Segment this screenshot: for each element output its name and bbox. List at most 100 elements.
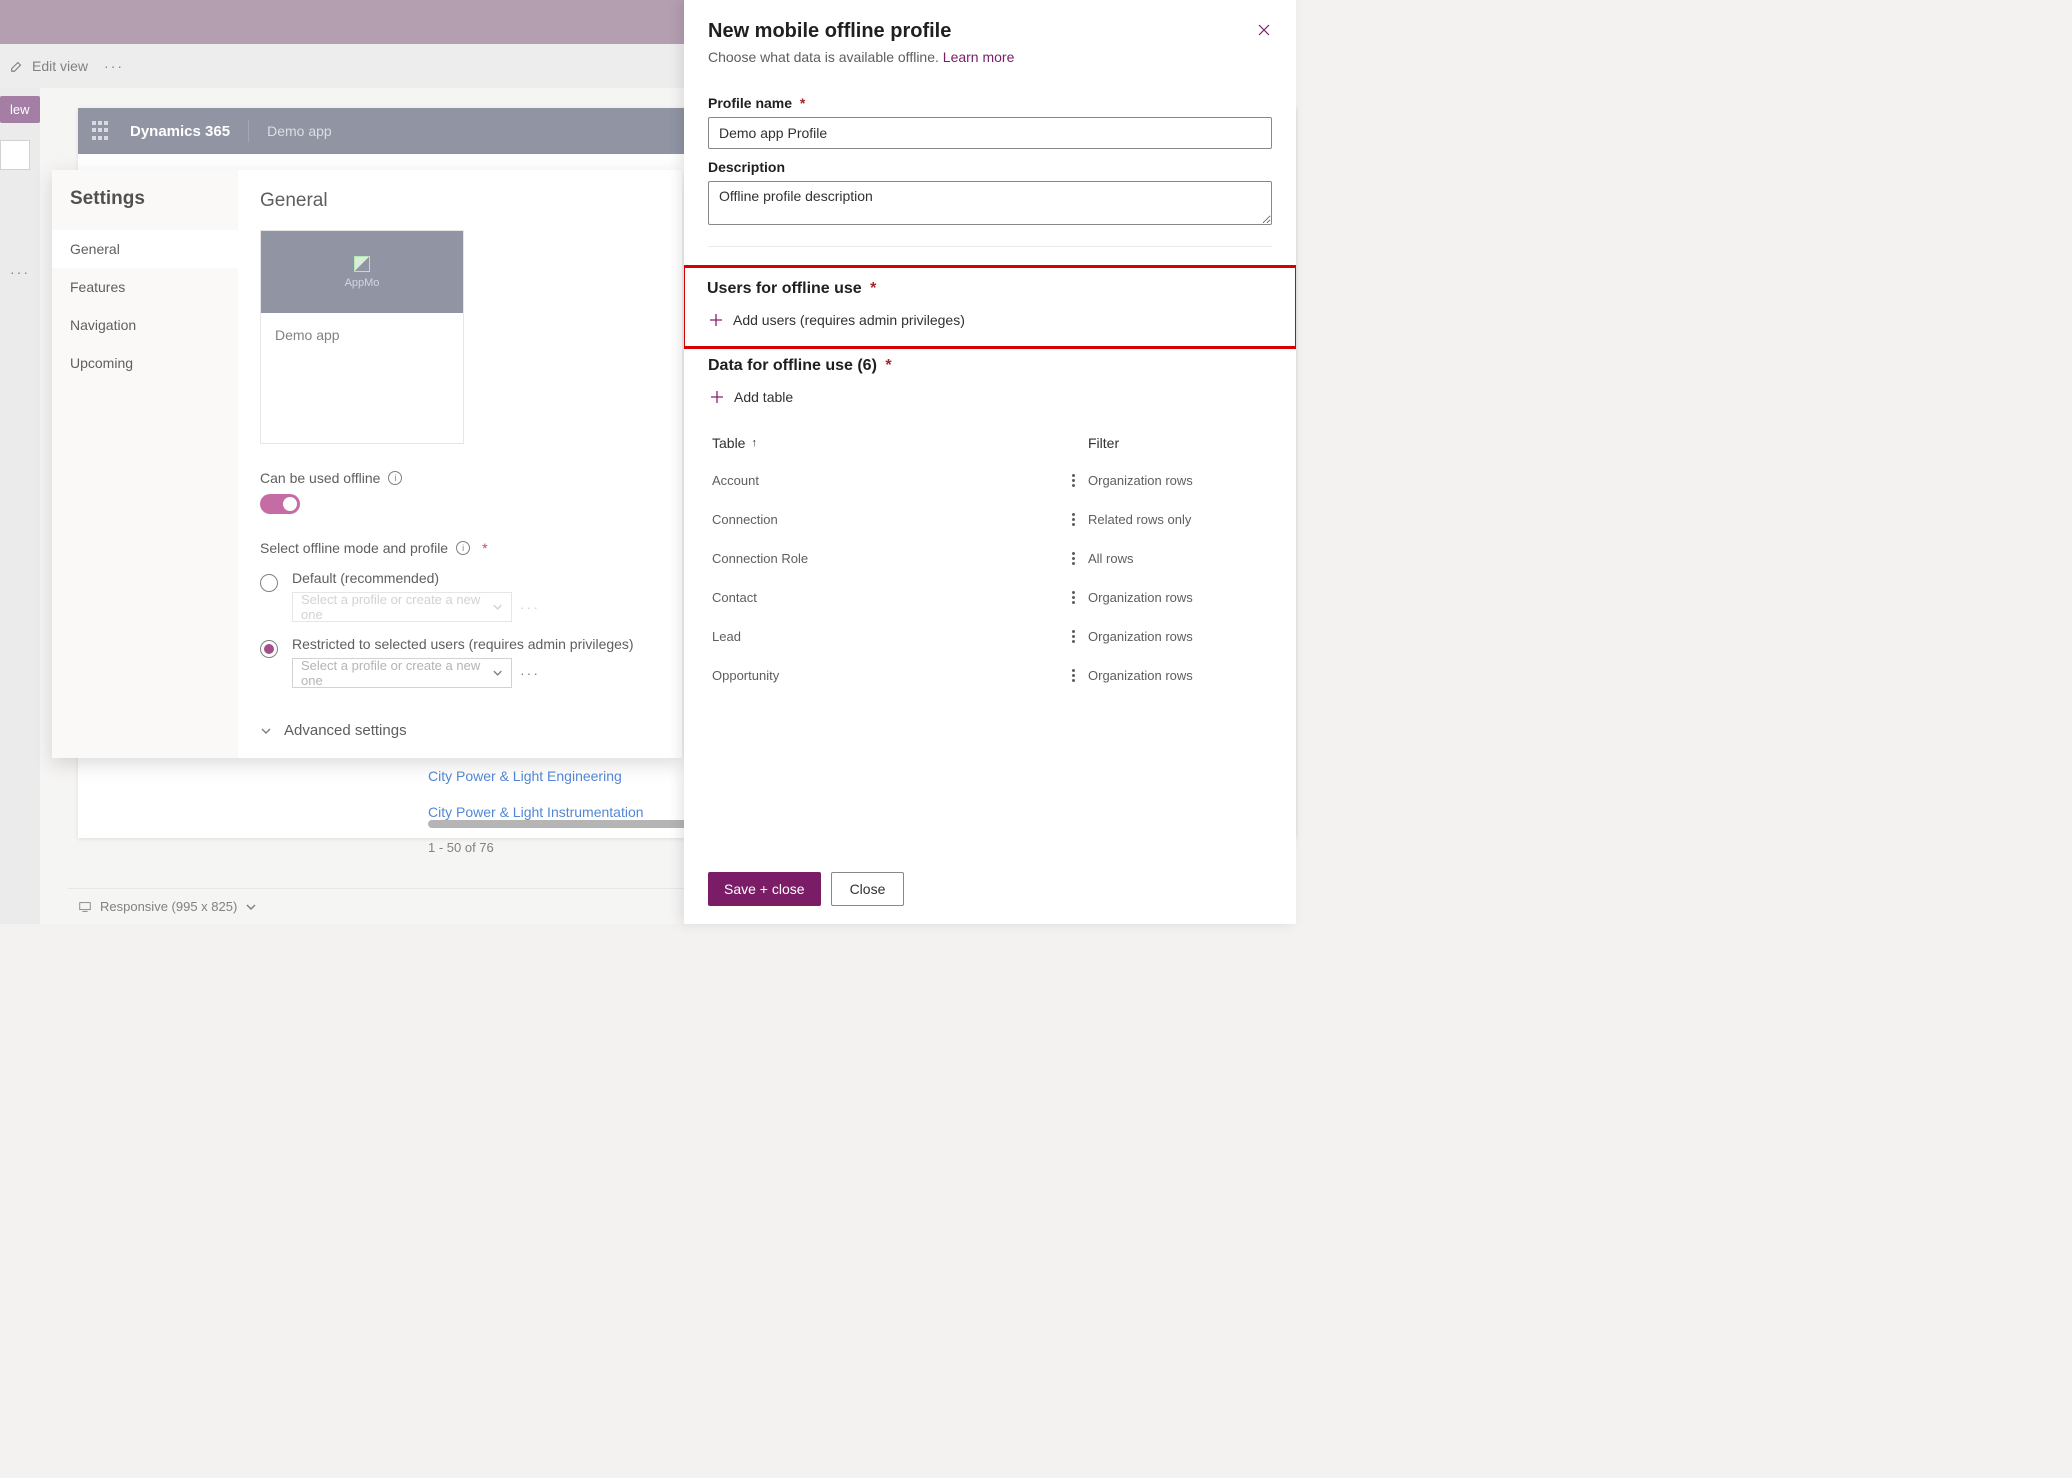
- option-default-label: Default (recommended): [292, 570, 540, 586]
- row-filter-value: Organization rows: [1088, 590, 1268, 605]
- more-vertical-icon[interactable]: [1072, 474, 1075, 487]
- new-button[interactable]: lew: [0, 96, 40, 123]
- row-name-link[interactable]: City Power & Light Engineering: [428, 768, 622, 784]
- description-label: Description: [708, 159, 1272, 175]
- waffle-icon[interactable]: [92, 121, 112, 141]
- panel-body: Profile name * Description Offline profi…: [684, 75, 1296, 857]
- row-more-menu[interactable]: [1058, 474, 1088, 487]
- row-table-name: Lead: [712, 629, 1058, 644]
- more-vertical-icon[interactable]: [1072, 669, 1075, 682]
- row-table-name: Contact: [712, 590, 1058, 605]
- required-asterisk: *: [870, 280, 876, 297]
- radio-icon[interactable]: [260, 574, 278, 592]
- close-icon[interactable]: [1256, 22, 1272, 38]
- required-asterisk: *: [885, 357, 891, 374]
- row-more-menu[interactable]: [1058, 513, 1088, 526]
- left-more-icon[interactable]: ···: [10, 264, 30, 280]
- users-heading: Users for offline use *: [707, 280, 1287, 298]
- table-row[interactable]: Connection Related rows only: [708, 500, 1272, 539]
- option-restricted-label: Restricted to selected users (requires a…: [292, 636, 634, 652]
- table-row[interactable]: Account Organization rows: [708, 461, 1272, 500]
- table-row[interactable]: Contact Organization rows: [708, 578, 1272, 617]
- add-table-label: Add table: [734, 389, 793, 405]
- row-table-name: Connection Role: [712, 551, 1058, 566]
- select-placeholder: Select a profile or create a new one: [301, 592, 492, 622]
- option-default[interactable]: Default (recommended) Select a profile o…: [260, 570, 662, 622]
- data-heading: Data for offline use (6) *: [708, 357, 1272, 375]
- row-more-menu[interactable]: [1058, 669, 1088, 682]
- info-icon[interactable]: i: [388, 471, 402, 485]
- row-more-menu[interactable]: [1058, 552, 1088, 565]
- profile-name-input[interactable]: [708, 117, 1272, 149]
- row-table-name: Connection: [712, 512, 1058, 527]
- device-icon: [78, 900, 92, 914]
- learn-more-link[interactable]: Learn more: [943, 49, 1015, 65]
- more-vertical-icon[interactable]: [1072, 513, 1075, 526]
- add-users-label: Add users (requires admin privileges): [733, 312, 965, 328]
- more-icon[interactable]: ···: [104, 58, 124, 74]
- chevron-down-icon[interactable]: [245, 901, 257, 913]
- advanced-settings-label: Advanced settings: [284, 722, 407, 739]
- broken-image-icon: [354, 256, 370, 272]
- plus-icon: [710, 390, 724, 404]
- col-header-table[interactable]: Table ↑: [712, 435, 1088, 451]
- table-row[interactable]: Lead Organization rows: [708, 617, 1272, 656]
- preview-app-name: Demo app: [267, 123, 332, 139]
- preview-brand: Dynamics 365: [130, 123, 230, 140]
- table-header-row: Table ↑ Filter: [708, 425, 1272, 461]
- settings-main-heading: General: [260, 190, 662, 212]
- edit-view-label[interactable]: Edit view: [32, 58, 88, 74]
- chevron-down-icon: [260, 725, 272, 737]
- row-filter-value: Related rows only: [1088, 512, 1268, 527]
- app-tile[interactable]: AppMo Demo app: [260, 230, 464, 444]
- more-icon: ···: [520, 599, 540, 615]
- row-table-name: Opportunity: [712, 668, 1058, 683]
- left-rail: [0, 88, 40, 924]
- save-close-button[interactable]: Save + close: [708, 872, 821, 906]
- more-vertical-icon[interactable]: [1072, 630, 1075, 643]
- app-tile-caption: AppMo: [345, 277, 380, 289]
- select-mode-row: Select offline mode and profile i *: [260, 540, 662, 556]
- radio-icon[interactable]: [260, 640, 278, 658]
- row-filter-value: Organization rows: [1088, 668, 1268, 683]
- option-restricted[interactable]: Restricted to selected users (requires a…: [260, 636, 662, 688]
- profile-select[interactable]: Select a profile or create a new one: [292, 658, 512, 688]
- panel-title: New mobile offline profile: [708, 20, 1272, 43]
- small-search-box[interactable]: [0, 140, 30, 170]
- settings-nav-features[interactable]: Features: [52, 268, 238, 306]
- can-be-used-offline-label: Can be used offline: [260, 470, 380, 486]
- users-highlight-box: Users for offline use * Add users (requi…: [684, 265, 1296, 349]
- profile-select-disabled: Select a profile or create a new one: [292, 592, 512, 622]
- side-panel: New mobile offline profile Choose what d…: [684, 0, 1296, 924]
- more-icon[interactable]: ···: [520, 665, 540, 681]
- app-tile-header: AppMo: [261, 231, 463, 313]
- settings-nav-navigation[interactable]: Navigation: [52, 306, 238, 344]
- responsive-label[interactable]: Responsive (995 x 825): [100, 899, 237, 914]
- row-name-link[interactable]: City Power & Light Instrumentation: [428, 804, 644, 820]
- info-icon[interactable]: i: [456, 541, 470, 555]
- close-button[interactable]: Close: [831, 872, 905, 906]
- more-vertical-icon[interactable]: [1072, 552, 1075, 565]
- row-more-menu[interactable]: [1058, 630, 1088, 643]
- app-tile-name: Demo app: [261, 313, 463, 443]
- divider: [708, 246, 1272, 247]
- table-row[interactable]: Connection Role All rows: [708, 539, 1272, 578]
- subtitle-text: Choose what data is available offline.: [708, 49, 939, 65]
- row-table-name: Account: [712, 473, 1058, 488]
- panel-footer: Save + close Close: [684, 857, 1296, 924]
- add-users-button[interactable]: Add users (requires admin privileges): [707, 304, 1287, 336]
- row-filter-value: Organization rows: [1088, 629, 1268, 644]
- row-filter-value: All rows: [1088, 551, 1268, 566]
- table-row[interactable]: Opportunity Organization rows: [708, 656, 1272, 695]
- settings-nav-upcoming[interactable]: Upcoming: [52, 344, 238, 382]
- more-vertical-icon[interactable]: [1072, 591, 1075, 604]
- add-table-button[interactable]: Add table: [708, 381, 1272, 413]
- description-textarea[interactable]: Offline profile description: [708, 181, 1272, 225]
- row-more-menu[interactable]: [1058, 591, 1088, 604]
- col-header-filter[interactable]: Filter: [1088, 435, 1268, 451]
- select-mode-label: Select offline mode and profile: [260, 540, 448, 556]
- offline-toggle[interactable]: [260, 494, 300, 514]
- row-filter-value: Organization rows: [1088, 473, 1268, 488]
- advanced-settings-toggle[interactable]: Advanced settings: [260, 722, 662, 739]
- settings-nav-general[interactable]: General: [52, 230, 238, 268]
